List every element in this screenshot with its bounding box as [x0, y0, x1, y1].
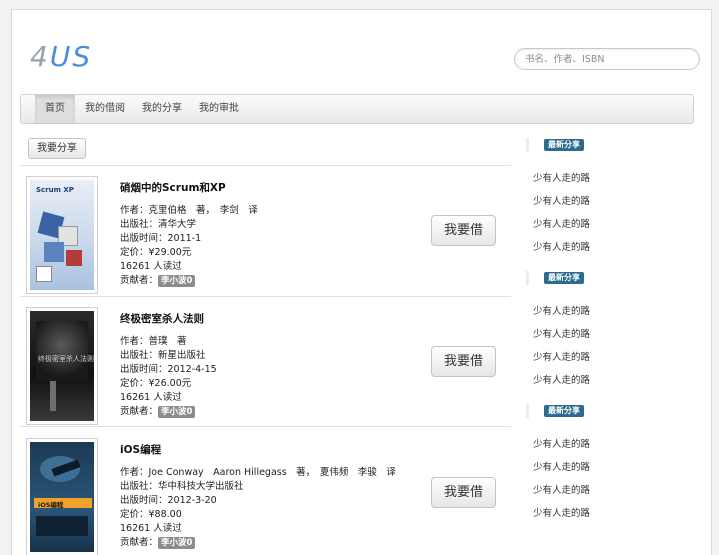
- share-book-button[interactable]: 我要分享: [28, 138, 86, 159]
- sidebar-book-link[interactable]: 少有人走的路: [533, 349, 590, 363]
- latest-shares-label: 最新分享: [544, 272, 584, 284]
- logo-number: 4: [30, 40, 50, 73]
- sidebar-section-heading: 最新分享: [526, 138, 584, 152]
- book-reads: 16261 人读过: [120, 261, 182, 272]
- book-cover-image: Scrum XP: [30, 180, 94, 290]
- nav-my-approvals[interactable]: 我的审批: [199, 95, 239, 123]
- book-cover-image: 终极密室杀人法则: [30, 311, 94, 421]
- site-logo[interactable]: 4US: [30, 40, 92, 73]
- book-author: 作者：Joe Conway Aaron Hillegass 著， 夏伟频 李骏 …: [120, 467, 396, 478]
- main-nav: 首页 我的借阅 我的分享 我的审批: [20, 94, 694, 124]
- sidebar-book-link[interactable]: 少有人走的路: [533, 193, 590, 207]
- sidebar-book-link[interactable]: 少有人走的路: [533, 372, 590, 386]
- sidebar-book-link[interactable]: 少有人走的路: [533, 239, 590, 253]
- contributor-badge[interactable]: 李小波0: [158, 406, 196, 418]
- book-cover[interactable]: Scrum XP: [26, 176, 98, 294]
- book-publisher: 出版社：新星出版社: [120, 350, 206, 361]
- book-pubdate: 出版时间：2012-4-15: [120, 364, 217, 375]
- book-author: 作者：普璞 著: [120, 336, 187, 347]
- book-title[interactable]: 终极密室杀人法则: [120, 311, 204, 326]
- sidebar-book-link[interactable]: 少有人走的路: [533, 216, 590, 230]
- contributor-label: 贡献者：: [120, 275, 159, 286]
- nav-my-borrows[interactable]: 我的借阅: [85, 95, 125, 123]
- book-price: 定价：¥26.00元: [120, 378, 192, 389]
- borrow-button[interactable]: 我要借: [431, 346, 496, 377]
- sidebar-section-heading: 最新分享: [526, 271, 584, 285]
- book-title[interactable]: 硝烟中的Scrum和XP: [120, 180, 226, 195]
- book-pubdate: 出版时间：2012-3-20: [120, 495, 217, 506]
- divider: [20, 426, 511, 427]
- divider: [20, 296, 511, 297]
- cover-title-text: iOS编程: [38, 501, 64, 509]
- cover-title-text: 终极密室杀人法则: [38, 355, 94, 363]
- book-author: 作者：克里伯格 著， 李剑 译: [120, 205, 258, 216]
- logo-letters: US: [49, 40, 93, 73]
- book-contributor-row: 贡献者： 李小波0: [120, 534, 196, 549]
- book-cover[interactable]: 终极密室杀人法则: [26, 307, 98, 425]
- book-publisher: 出版社：清华大学: [120, 219, 197, 230]
- latest-shares-label: 最新分享: [544, 139, 584, 151]
- latest-shares-label: 最新分享: [544, 405, 584, 417]
- book-pubdate: 出版时间：2011-1: [120, 233, 202, 244]
- search-input[interactable]: [514, 48, 700, 70]
- borrow-button[interactable]: 我要借: [431, 215, 496, 246]
- sidebar-section-heading: 最新分享: [526, 404, 584, 418]
- book-price: 定价：¥88.00: [120, 509, 182, 520]
- contributor-badge[interactable]: 李小波0: [158, 275, 196, 287]
- book-reads: 16261 人读过: [120, 392, 182, 403]
- sidebar-book-link[interactable]: 少有人走的路: [533, 170, 590, 184]
- contributor-label: 贡献者：: [120, 537, 159, 548]
- sidebar-book-link[interactable]: 少有人走的路: [533, 482, 590, 496]
- book-contributor-row: 贡献者： 李小波0: [120, 272, 196, 287]
- nav-my-shares[interactable]: 我的分享: [142, 95, 182, 123]
- divider: [20, 165, 511, 166]
- contributor-badge[interactable]: 李小波0: [158, 537, 196, 549]
- book-cover[interactable]: iOS编程: [26, 438, 98, 555]
- sidebar-book-link[interactable]: 少有人走的路: [533, 436, 590, 450]
- sidebar-book-link[interactable]: 少有人走的路: [533, 459, 590, 473]
- book-title[interactable]: iOS编程: [120, 442, 161, 457]
- sidebar-book-link[interactable]: 少有人走的路: [533, 303, 590, 317]
- book-price: 定价：¥29.00元: [120, 247, 192, 258]
- page-frame: 4US 首页 我的借阅 我的分享 我的审批 我要分享 Scrum XP 硝烟中的…: [11, 9, 712, 555]
- cover-title-text: Scrum XP: [36, 186, 74, 194]
- book-cover-image: iOS编程: [30, 442, 94, 552]
- borrow-button[interactable]: 我要借: [431, 477, 496, 508]
- book-reads: 16261 人读过: [120, 523, 182, 534]
- contributor-label: 贡献者：: [120, 406, 159, 417]
- sidebar-book-link[interactable]: 少有人走的路: [533, 326, 590, 340]
- book-publisher: 出版社：华中科技大学出版社: [120, 481, 244, 492]
- book-contributor-row: 贡献者： 李小波0: [120, 403, 196, 418]
- sidebar-book-link[interactable]: 少有人走的路: [533, 505, 590, 519]
- nav-home[interactable]: 首页: [35, 95, 75, 123]
